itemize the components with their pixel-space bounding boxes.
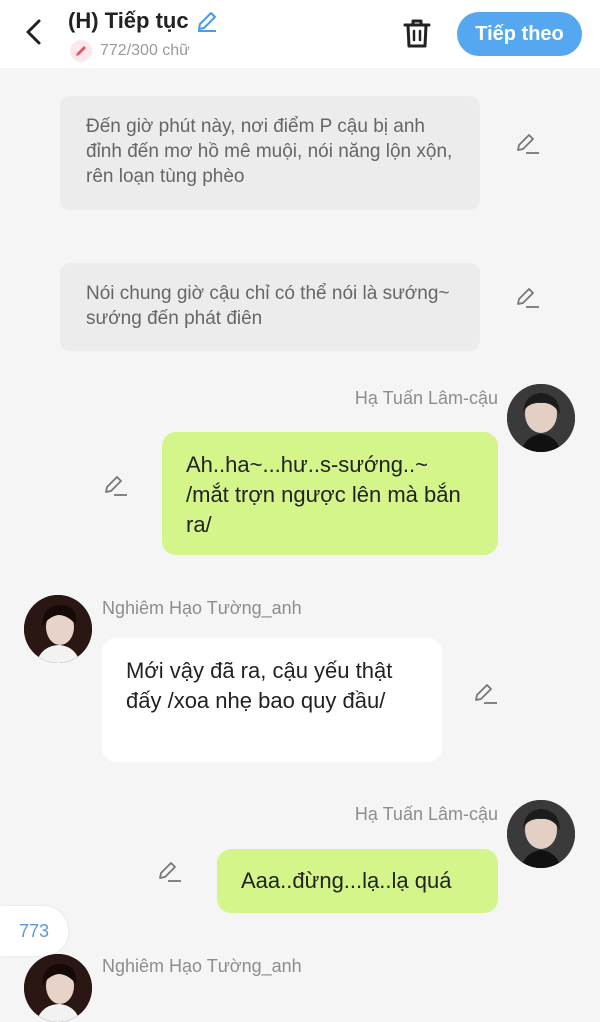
chapter-title[interactable]: (H) Tiếp tục [68, 8, 219, 34]
message-count-badge[interactable]: 773 [0, 906, 68, 956]
avatar[interactable] [507, 800, 575, 868]
message-text: Ah..ha~...hư..s-sướng..~ /mắt trợn ngược… [186, 452, 461, 537]
message-bubble[interactable]: Aaa..đừng...lạ..lạ quá [217, 849, 498, 913]
edit-icon[interactable] [514, 130, 540, 156]
edit-icon[interactable] [472, 680, 498, 706]
word-count-row: 772/300 chữ [70, 40, 190, 62]
edit-icon[interactable] [156, 858, 182, 884]
edit-icon[interactable] [514, 284, 540, 310]
sender-name: Hạ Tuấn Lâm-cậu [354, 388, 498, 408]
message-text: Aaa..đừng...lạ..lạ quá [241, 868, 452, 893]
sender-name: Nghiêm Hạo Tường_anh [102, 598, 302, 618]
message-bubble[interactable]: Ah..ha~...hư..s-sướng..~ /mắt trợn ngược… [162, 432, 498, 555]
back-arrow-icon[interactable] [18, 16, 50, 48]
note-text: Đến giờ phút này, nơi điểm P cậu bị anh … [86, 116, 453, 187]
top-bar: (H) Tiếp tục 772/300 chữ Tiếp theo [0, 0, 600, 68]
narration-note[interactable]: Nói chung giờ cậu chỉ có thể nói là sướn… [60, 263, 480, 351]
edit-title-icon[interactable] [195, 9, 219, 33]
trash-icon[interactable] [400, 16, 434, 50]
pencil-badge-icon [70, 40, 92, 62]
sender-name: Nghiêm Hạo Tường_anh [102, 956, 302, 976]
avatar[interactable] [24, 595, 92, 663]
message-bubble[interactable]: Mới vậy đã ra, cậu yếu thật đấy /xoa nhẹ… [102, 638, 442, 762]
word-count: 772/300 chữ [100, 42, 190, 59]
message-text: Mới vậy đã ra, cậu yếu thật đấy /xoa nhẹ… [126, 658, 393, 713]
edit-icon[interactable] [102, 472, 128, 498]
sender-name: Hạ Tuấn Lâm-cậu [354, 804, 498, 824]
note-text: Nói chung giờ cậu chỉ có thể nói là sướn… [86, 283, 450, 329]
chapter-title-text: (H) Tiếp tục [68, 8, 189, 33]
avatar[interactable] [24, 954, 92, 1022]
avatar[interactable] [507, 384, 575, 452]
narration-note[interactable]: Đến giờ phút này, nơi điểm P cậu bị anh … [60, 96, 480, 210]
next-button[interactable]: Tiếp theo [457, 12, 582, 56]
